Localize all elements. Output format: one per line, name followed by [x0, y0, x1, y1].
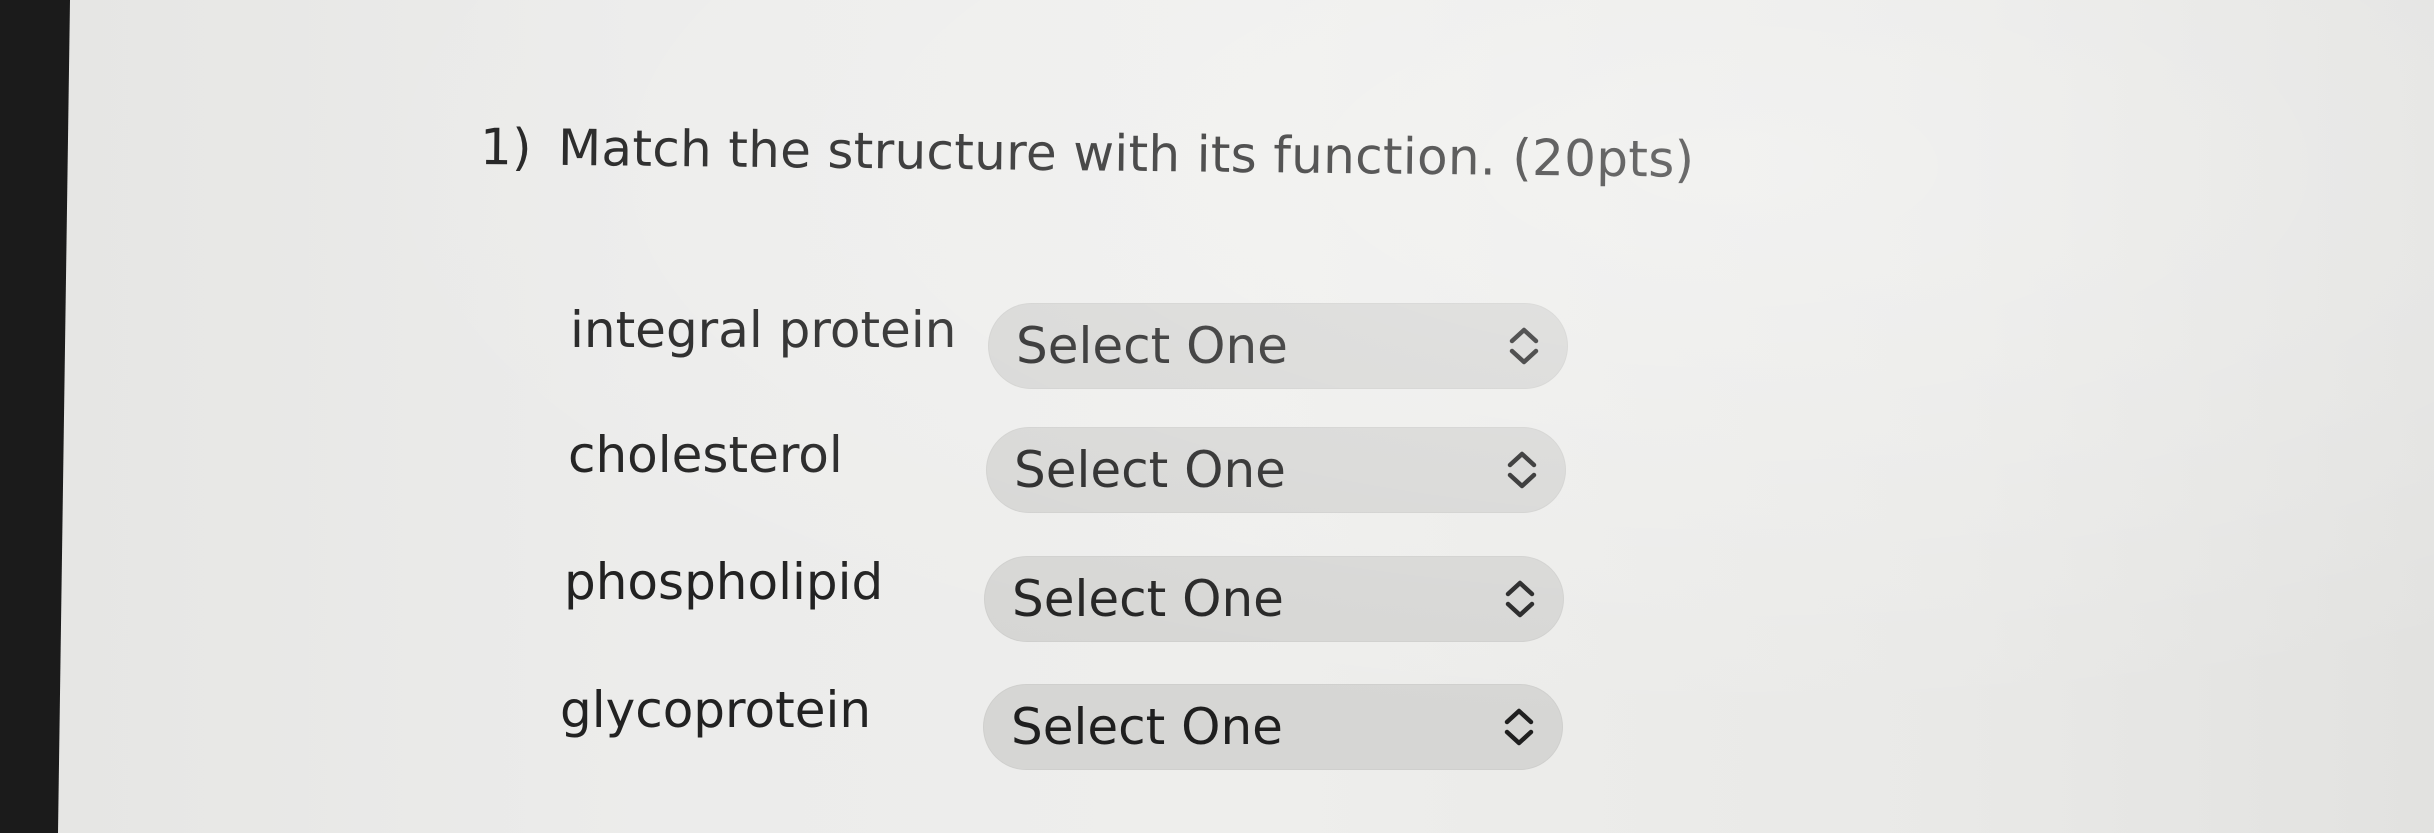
chevron-up-down-icon	[1505, 580, 1535, 618]
match-row-cholesterol: cholesterol Select One	[568, 410, 1608, 513]
screen: 1) Match the structure with its function.…	[58, 0, 2434, 833]
match-row-phospholipid: phospholipid Select One	[564, 537, 1608, 642]
chevron-up-down-icon	[1509, 327, 1539, 365]
structure-label: phospholipid	[564, 553, 884, 611]
select-value: Select One	[1016, 317, 1288, 375]
function-select-phospholipid[interactable]: Select One	[984, 556, 1564, 642]
structure-label: integral protein	[570, 301, 957, 359]
question-number: 1)	[479, 118, 533, 177]
structure-label: glycoprotein	[560, 681, 872, 739]
structure-label: cholesterol	[568, 426, 843, 484]
chevron-up-down-icon	[1504, 708, 1534, 746]
function-select-cholesterol[interactable]: Select One	[986, 427, 1566, 513]
function-select-integral-protein[interactable]: Select One	[988, 303, 1568, 389]
question-title: 1) Match the structure with its function.…	[480, 118, 1695, 189]
chevron-up-down-icon	[1507, 451, 1537, 489]
match-row-glycoprotein: glycoprotein Select One	[560, 665, 1608, 770]
select-value: Select One	[1011, 698, 1283, 756]
select-value: Select One	[1012, 570, 1284, 628]
question-text: Match the structure with its function. (…	[557, 118, 1695, 189]
function-select-glycoprotein[interactable]: Select One	[983, 684, 1563, 770]
select-value: Select One	[1014, 441, 1286, 499]
match-row-integral-protein: integral protein Select One	[570, 285, 1610, 389]
